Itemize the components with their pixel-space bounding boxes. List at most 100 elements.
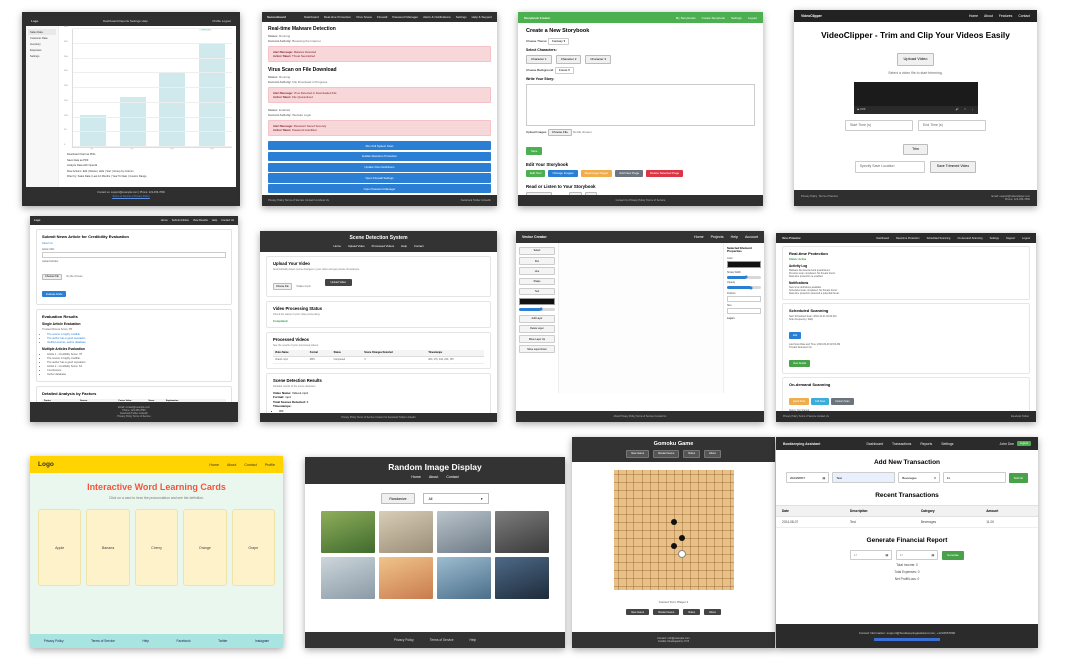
wordcards-footer-link-4[interactable]: Twitter (218, 639, 227, 643)
storybook-edit-button-0[interactable]: Edit Text (526, 169, 546, 177)
randomize-button[interactable]: Randomize (381, 493, 415, 504)
vector-layer-button-1[interactable]: Delete Layer (519, 325, 555, 333)
storybook-brand[interactable]: Storybook Creator (524, 16, 550, 20)
video-player[interactable]: ▶ 0:00 🔊 ⛶ ⋮ (853, 81, 978, 114)
virus-nav-link-6[interactable]: Logout (1022, 237, 1030, 240)
vector-tool-0[interactable]: Select (519, 247, 555, 255)
gallery-image-old-television[interactable] (495, 511, 549, 553)
vector-layer-button-3[interactable]: Move Layer Down (519, 345, 555, 354)
submit-transaction-button[interactable]: Submit (1008, 472, 1028, 483)
analytics-nav-right[interactable]: Profile Logout (212, 19, 231, 23)
view-details-button[interactable]: View Details (789, 360, 811, 367)
analytics-nav-links[interactable]: Dashboard Reports Settings Help (103, 19, 148, 23)
word-card-1[interactable]: Banana (86, 509, 130, 586)
save-trimmed-button[interactable]: Save Trimmed Video (929, 161, 977, 173)
story-textarea[interactable] (526, 84, 755, 126)
videoclipper-nav-link-2[interactable]: Features (999, 14, 1012, 18)
storybook-nav-link-2[interactable]: Settings (731, 16, 742, 20)
randomimage-footer-link-1[interactable]: Terms of Service (430, 638, 454, 642)
nav-dashboard[interactable]: Dashboard (103, 19, 118, 23)
chart-control-row-actions[interactable]: Row Actions: Edit | Delete | Hide | Sort… (67, 170, 228, 173)
upload-video-button[interactable]: Upload Video (324, 279, 353, 286)
stone-white-3[interactable] (677, 549, 686, 558)
gomoku-bottom-button-1[interactable]: Restart Game (653, 608, 680, 616)
chart-control-download[interactable]: Download Chart as PNG (67, 153, 228, 156)
scene-nav-link-2[interactable]: Processed Videos (372, 244, 395, 248)
end-time-input[interactable]: End Time (s) (918, 119, 986, 131)
storybook-edit-button-2[interactable]: Rearrange Pages (580, 169, 613, 177)
bar-Q2[interactable] (119, 96, 146, 147)
scan-button-2[interactable]: Custom Scan (831, 398, 854, 405)
choose-file-button[interactable]: Choose File (42, 273, 62, 280)
character-1-button[interactable]: Character 1 (526, 54, 552, 65)
storybook-nav-link-0[interactable]: My Storybooks (676, 16, 696, 20)
analytics-brand[interactable]: Logo (31, 19, 38, 23)
footer-terms[interactable]: Terms of Service (819, 195, 838, 198)
footer-links-right[interactable]: Facebook Twitter LinkedIn (461, 199, 491, 202)
secureguard-action-button-2[interactable]: Update Virus Definitions (268, 162, 491, 172)
report-to-date[interactable]: / / ▤ (896, 550, 939, 560)
footer-links-left[interactable]: Privacy Policy Terms of Service Contact … (783, 415, 829, 418)
gomoku-board[interactable] (613, 469, 734, 590)
footer-legal[interactable]: Privacy Policy Terms of Service (30, 415, 238, 418)
secureguard-nav-link-3[interactable]: Firewall (377, 15, 387, 19)
vector-layer-button-2[interactable]: Move Layer Up (519, 335, 555, 343)
gomoku-top-button-3[interactable]: About (704, 450, 721, 458)
videoclipper-nav-link-0[interactable]: Home (969, 14, 978, 18)
secureguard-nav-link-7[interactable]: Help & Support (472, 15, 492, 19)
gallery-image-stone-balance[interactable] (379, 511, 433, 553)
video-controls[interactable]: ▶ 0:00 🔊 ⛶ ⋮ (853, 105, 978, 114)
scene-nav-link-0[interactable]: Home (333, 244, 340, 248)
scene-nav-link-3[interactable]: Help (401, 244, 407, 248)
virus-nav-link-2[interactable]: Scheduled Scanning (927, 237, 951, 240)
secureguard-action-button-0[interactable]: Run Full System Scan (268, 141, 491, 151)
gallery-image-canal-houses[interactable] (437, 557, 491, 599)
vector-tool-1[interactable]: Pen (519, 257, 555, 265)
vector-canvas[interactable] (558, 243, 724, 393)
gomoku-top-buttons[interactable]: New Game Restart Game Rules About (572, 450, 775, 458)
start-time-input[interactable]: Start Time (s) (845, 119, 913, 131)
word-card-0[interactable]: Apple (37, 509, 82, 586)
wordcards-nav-link-3[interactable]: Profile (265, 463, 275, 467)
footer-privacy[interactable]: Privacy Policy (801, 195, 817, 198)
randomimage-footer-link-2[interactable]: Help (470, 638, 477, 642)
gomoku-bottom-button-3[interactable]: About (704, 608, 721, 616)
wordcards-nav-links[interactable]: Home About Contact Profile (209, 463, 275, 467)
bookkeeping-nav-link-0[interactable]: Dashboard (866, 442, 883, 446)
secureguard-nav-link-0[interactable]: Dashboard (304, 15, 319, 19)
logout-badge[interactable]: Logout (1017, 441, 1031, 446)
choose-file-button[interactable]: Choose File (273, 282, 292, 290)
storybook-nav-link-3[interactable]: Logout (748, 16, 757, 20)
upload-video-button[interactable]: Upload Video (896, 52, 935, 66)
size-input[interactable] (727, 308, 761, 315)
storybook-edit-button-3[interactable]: Add New Page (615, 169, 644, 177)
bookkeeping-nav-link-3[interactable]: Settings (941, 442, 953, 446)
storybook-nav-links[interactable]: My Storybooks Create Storybook Settings Log… (676, 16, 757, 20)
virus-brand[interactable]: Virus Protector (782, 237, 801, 240)
secureguard-nav-link-5[interactable]: Alerts & Notifications (423, 15, 451, 19)
virus-nav-link-4[interactable]: Settings (990, 237, 999, 240)
credibility-nav-link-1[interactable]: Submit Articles (172, 219, 189, 222)
vector-tool-3[interactable]: Shape (519, 277, 555, 286)
stone-black-1[interactable] (678, 534, 685, 541)
position-input[interactable] (727, 295, 761, 302)
scene-footer[interactable]: Privacy Policy Terms of Service Contact … (260, 413, 497, 422)
upload-file-button[interactable]: Choose File (547, 129, 572, 136)
secureguard-brand[interactable]: SecureGuard (267, 15, 286, 19)
about-us-link[interactable]: About Us (42, 242, 226, 246)
gomoku-top-button-0[interactable]: New Game (626, 450, 650, 458)
wordcards-footer-link-2[interactable]: Help (142, 639, 149, 643)
wordcards-brand[interactable]: Logo (38, 461, 54, 468)
credibility-nav-link-3[interactable]: Help (212, 219, 217, 222)
virus-nav-link-1[interactable]: Real-time Protection (896, 237, 920, 240)
chart-control-savepdf[interactable]: Save Data as PDF (67, 159, 228, 162)
vector-nav-links[interactable]: Home Projects Help Account (694, 235, 758, 239)
calendar-icon[interactable]: ▤ (932, 553, 935, 557)
theme-select[interactable]: Fantasy ▾ (548, 38, 570, 45)
category-select[interactable]: Beverages ▾ (898, 472, 940, 483)
menu-icon[interactable]: ⋮ (971, 108, 974, 111)
generate-report-button[interactable]: Generate (942, 550, 964, 560)
report-from-date[interactable]: / / ▤ (850, 550, 893, 560)
videoclipper-nav-link-1[interactable]: About (984, 14, 993, 18)
nav-reports[interactable]: Reports (119, 19, 130, 23)
